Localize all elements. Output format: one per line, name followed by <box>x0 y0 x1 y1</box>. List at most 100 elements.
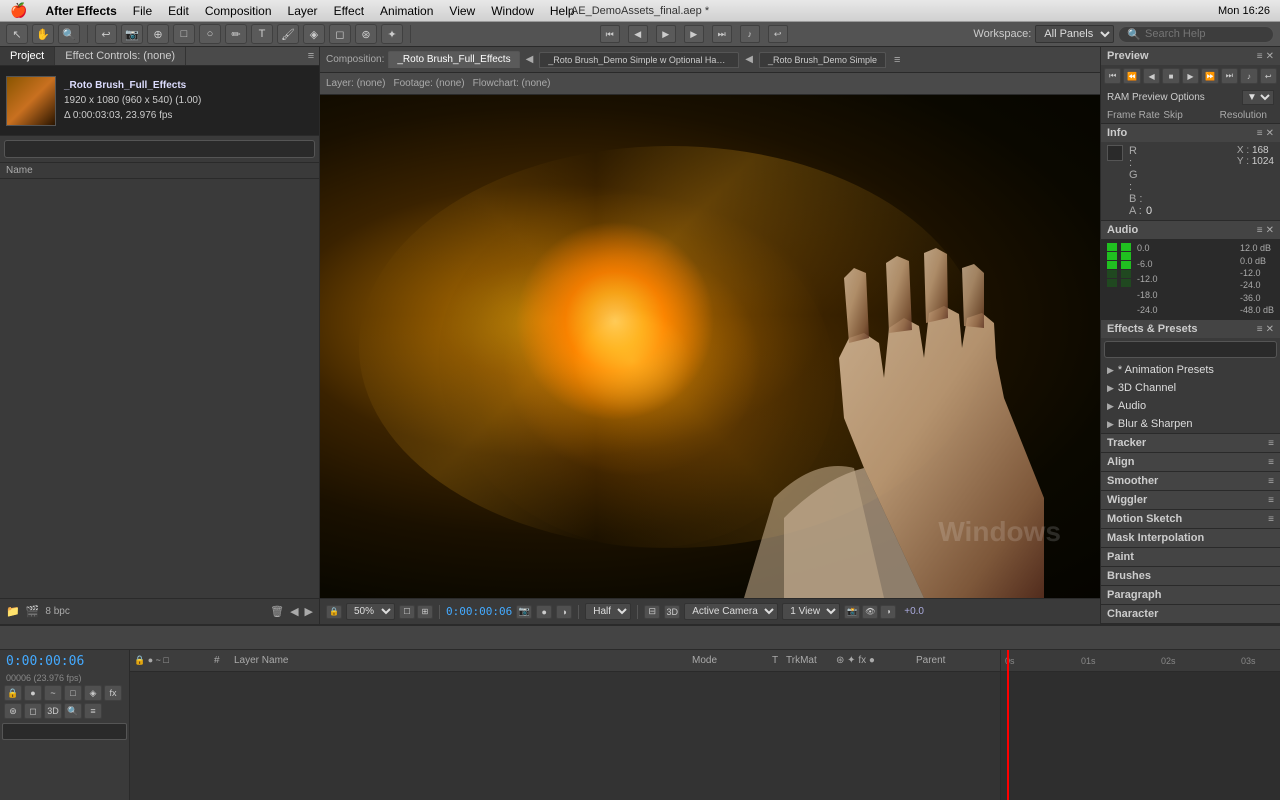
vc-view-select[interactable]: 1 View <box>782 603 840 620</box>
prev-play[interactable]: ▶ <box>1182 68 1199 84</box>
comp-panel-menu[interactable]: ≡ <box>894 54 900 66</box>
effect-group-blur-header[interactable]: ▶ Blur & Sharpen <box>1101 416 1280 432</box>
effects-settings-icon[interactable]: ≡ <box>1257 324 1263 335</box>
character-header[interactable]: Character <box>1101 605 1280 623</box>
audio-close-icon[interactable]: ✕ <box>1266 225 1274 236</box>
edit-menu[interactable]: Edit <box>160 0 197 21</box>
motion-sketch-settings-icon[interactable]: ≡ <box>1268 514 1274 525</box>
transport-play[interactable]: ▶ <box>656 25 676 43</box>
transport-loop[interactable]: ↩ <box>768 25 788 43</box>
tool-camera[interactable]: 📷 <box>121 24 143 44</box>
tl-btn-solo[interactable]: ● <box>24 685 42 701</box>
vc-lock[interactable]: 🔒 <box>326 605 342 619</box>
mask-interp-header[interactable]: Mask Interpolation <box>1101 529 1280 547</box>
motion-sketch-header[interactable]: Motion Sketch ≡ <box>1101 510 1280 528</box>
vc-toggle[interactable]: ☐ <box>399 605 415 619</box>
transport-prev-frame[interactable]: ⏮ <box>600 25 620 43</box>
vc-grid[interactable]: ⊞ <box>417 605 433 619</box>
prev-stop[interactable]: ■ <box>1162 68 1179 84</box>
vc-3d[interactable]: 3D <box>664 605 680 619</box>
animation-menu[interactable]: Animation <box>372 0 441 21</box>
timeline-search[interactable] <box>2 723 127 740</box>
effect-group-animation-header[interactable]: ▶ * Animation Presets <box>1101 362 1280 378</box>
comp-tab-arrow-2[interactable]: ◀ <box>743 54 755 65</box>
tool-mask-rect[interactable]: □ <box>173 24 195 44</box>
workspace-select[interactable]: All Panels <box>1035 25 1114 43</box>
align-header[interactable]: Align ≡ <box>1101 453 1280 471</box>
project-search-input[interactable] <box>4 140 315 158</box>
panel-menu-icon[interactable]: ≡ <box>303 47 319 65</box>
effects-search-input[interactable] <box>1104 341 1277 358</box>
prev-play-back[interactable]: ◀ <box>1143 68 1160 84</box>
tl-btn-motion-blur[interactable]: ⊛ <box>4 703 22 719</box>
scroll-left-icon[interactable]: ◀ <box>290 605 298 618</box>
effects-header[interactable]: Effects & Presets ≡ ✕ <box>1101 320 1280 338</box>
delete-icon[interactable]: 🗑 <box>270 605 284 618</box>
prev-last-frame[interactable]: ⏭ <box>1221 68 1238 84</box>
window-menu[interactable]: Window <box>483 0 542 21</box>
vc-camera-select[interactable]: Active Camera <box>684 603 778 620</box>
layer-menu[interactable]: Layer <box>280 0 326 21</box>
prev-loop[interactable]: ↩ <box>1260 68 1277 84</box>
tl-btn-shy[interactable]: ~ <box>44 685 62 701</box>
transport-step-back[interactable]: ◀ <box>628 25 648 43</box>
tracker-header[interactable]: Tracker ≡ <box>1101 434 1280 452</box>
tl-btn-collapse[interactable]: □ <box>64 685 82 701</box>
playhead[interactable] <box>1007 650 1009 800</box>
transport-next-frame[interactable]: ⏭ <box>712 25 732 43</box>
comp-tab-main[interactable]: _Roto Brush_Full_Effects <box>388 51 519 68</box>
app-name-menu[interactable]: After Effects <box>37 0 124 21</box>
wiggler-header[interactable]: Wiggler ≡ <box>1101 491 1280 509</box>
prev-audio[interactable]: ♪ <box>1240 68 1257 84</box>
smoother-header[interactable]: Smoother ≡ <box>1101 472 1280 490</box>
tool-anchor[interactable]: ⊕ <box>147 24 169 44</box>
effect-group-audio-header[interactable]: ▶ Audio <box>1101 398 1280 414</box>
paragraph-header[interactable]: Paragraph <box>1101 586 1280 604</box>
wiggler-settings-icon[interactable]: ≡ <box>1268 495 1274 506</box>
vc-camera-icon[interactable]: 📷 <box>516 605 532 619</box>
tool-hand[interactable]: ✋ <box>32 24 54 44</box>
comp-tab-2[interactable]: _Roto Brush_Demo Simple w Optional Hand … <box>539 52 739 68</box>
tool-mask-ellipse[interactable]: ○ <box>199 24 221 44</box>
view-menu[interactable]: View <box>441 0 483 21</box>
brushes-header[interactable]: Brushes <box>1101 567 1280 585</box>
info-header[interactable]: Info ≡ ✕ <box>1101 124 1280 142</box>
audio-settings-icon[interactable]: ≡ <box>1257 225 1263 236</box>
tl-btn-effects[interactable]: fx <box>104 685 122 701</box>
tool-roto[interactable]: ⊛ <box>355 24 377 44</box>
vc-safe-areas[interactable]: ⊟ <box>644 605 660 619</box>
vc-zoom-select[interactable]: 50% <box>346 603 395 620</box>
prev-step-back[interactable]: ⏪ <box>1123 68 1140 84</box>
vc-exposure[interactable]: ◑ <box>556 605 572 619</box>
new-folder-icon[interactable]: 📁 <box>6 605 20 618</box>
tool-text[interactable]: T <box>251 24 273 44</box>
paint-header[interactable]: Paint <box>1101 548 1280 566</box>
align-settings-icon[interactable]: ≡ <box>1268 457 1274 468</box>
tl-btn-search[interactable]: 🔍 <box>64 703 82 719</box>
effects-search[interactable] <box>1101 338 1280 361</box>
tool-puppet[interactable]: ✦ <box>381 24 403 44</box>
tool-pen[interactable]: ✏ <box>225 24 247 44</box>
effects-close-icon[interactable]: ✕ <box>1266 324 1274 335</box>
composition-menu[interactable]: Composition <box>197 0 280 21</box>
info-settings-icon[interactable]: ≡ <box>1257 128 1263 139</box>
tool-brush[interactable]: 🖌 <box>277 24 299 44</box>
tool-rotate[interactable]: ↩ <box>95 24 117 44</box>
effect-menu[interactable]: Effect <box>326 0 372 21</box>
info-close-icon[interactable]: ✕ <box>1266 128 1274 139</box>
comp-tab-arrow-1[interactable]: ◀ <box>524 54 536 65</box>
project-search[interactable] <box>0 136 319 163</box>
scroll-right-icon[interactable]: ▶ <box>305 605 313 618</box>
preview-header[interactable]: Preview ≡ ✕ <box>1101 47 1280 65</box>
vc-show-snapshot[interactable]: 👁 <box>862 605 878 619</box>
tl-btn-quality[interactable]: ◈ <box>84 685 102 701</box>
preview-settings-icon[interactable]: ≡ <box>1257 51 1263 62</box>
audio-header[interactable]: Audio ≡ ✕ <box>1101 221 1280 239</box>
timeline-search-input[interactable] <box>7 726 87 737</box>
vc-snap[interactable]: ● <box>536 605 552 619</box>
file-menu[interactable]: File <box>125 0 160 21</box>
transport-audio[interactable]: ♪ <box>740 25 760 43</box>
tool-select[interactable]: ↖ <box>6 24 28 44</box>
tool-zoom[interactable]: 🔍 <box>58 24 80 44</box>
transport-step-fwd[interactable]: ▶ <box>684 25 704 43</box>
